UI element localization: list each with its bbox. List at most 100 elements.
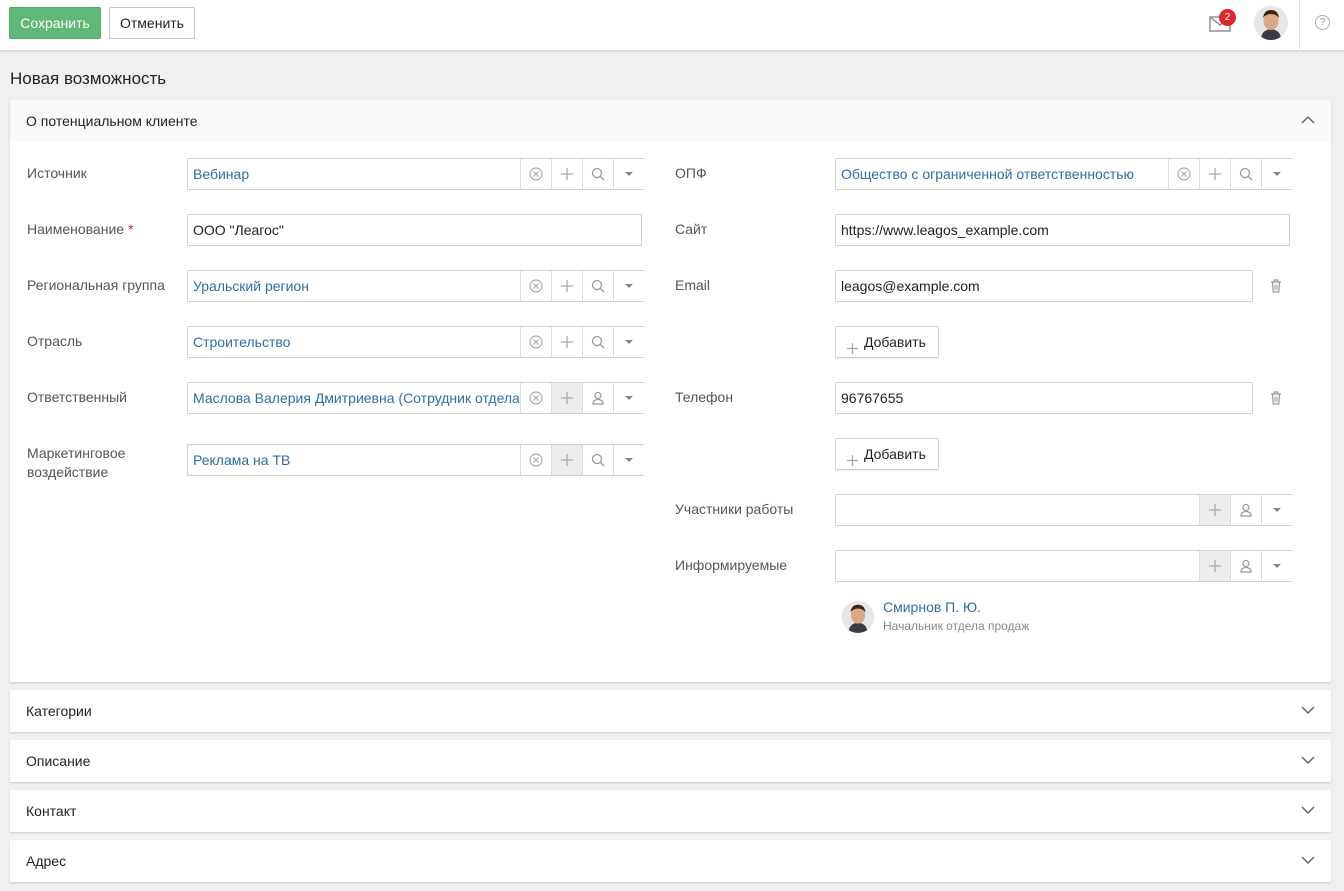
informed-lookup[interactable] <box>835 550 1292 582</box>
participants-lookup[interactable] <box>835 494 1292 526</box>
source-lookup[interactable]: Вебинар <box>187 158 644 190</box>
informed-person-role: Начальник отдела продаж <box>883 619 1030 633</box>
top-toolbar: Сохранить Отменить 2 ? <box>0 0 1344 51</box>
plus-icon[interactable] <box>551 271 582 301</box>
marketing-value: Реклама на ТВ <box>193 452 291 468</box>
trash-icon[interactable] <box>1269 278 1283 294</box>
name-input[interactable]: ООО "Леагос" <box>187 214 642 246</box>
save-button[interactable]: Сохранить <box>9 7 101 39</box>
industry-lookup[interactable]: Строительство <box>187 326 644 358</box>
site-input[interactable]: https://www.leagos_example.com <box>835 214 1290 246</box>
plus-icon <box>846 447 859 477</box>
search-icon[interactable] <box>582 159 613 189</box>
region-lookup[interactable]: Уральский регион <box>187 270 644 302</box>
plus-icon[interactable] <box>551 383 582 413</box>
section-title: О потенциальном клиенте <box>26 113 198 129</box>
search-icon[interactable] <box>582 327 613 357</box>
caret-down-icon[interactable] <box>613 271 644 301</box>
caret-down-icon[interactable] <box>613 383 644 413</box>
opf-value: Общество с ограниченной ответственностью <box>841 166 1135 182</box>
email-input[interactable]: leagos@example.com <box>835 270 1253 302</box>
trash-icon[interactable] <box>1269 390 1283 406</box>
section-categories[interactable]: Категории <box>10 690 1331 732</box>
chevron-down-icon[interactable] <box>1301 703 1315 717</box>
opf-lookup[interactable]: Общество с ограниченной ответственностью <box>835 158 1292 190</box>
phone-input[interactable]: 96767655 <box>835 382 1253 414</box>
plus-icon[interactable] <box>551 445 582 475</box>
industry-label: Отрасль <box>27 333 83 349</box>
required-mark: * <box>128 221 134 237</box>
name-label: Наименование * <box>27 220 134 239</box>
caret-down-icon[interactable] <box>613 327 644 357</box>
add-email-button[interactable]: Добавить <box>835 326 939 358</box>
cancel-button[interactable]: Отменить <box>109 7 195 39</box>
informed-person-avatar <box>842 601 874 633</box>
informed-person-name[interactable]: Смирнов П. Ю. <box>883 599 981 615</box>
industry-value: Строительство <box>193 334 291 350</box>
section-address-header[interactable]: Адрес <box>10 840 1331 882</box>
clear-icon[interactable] <box>520 383 551 413</box>
opf-label: ОПФ <box>675 165 707 181</box>
section-contact[interactable]: Контакт <box>10 790 1331 832</box>
toolbar-divider <box>1299 0 1300 51</box>
informed-label: Информируемые <box>675 557 788 573</box>
search-icon[interactable] <box>1230 159 1261 189</box>
marketing-lookup[interactable]: Реклама на ТВ <box>187 444 644 476</box>
user-icon[interactable] <box>1230 495 1261 525</box>
site-label: Сайт <box>675 221 708 237</box>
chevron-down-icon[interactable] <box>1301 853 1315 867</box>
search-icon[interactable] <box>582 445 613 475</box>
section-description[interactable]: Описание <box>10 740 1331 782</box>
section-lead-header[interactable]: О потенциальном клиенте <box>10 100 1331 142</box>
name-label-text: Наименование <box>27 221 125 237</box>
add-phone-button[interactable]: Добавить <box>835 438 939 470</box>
plus-icon[interactable] <box>551 327 582 357</box>
section-title: Адрес <box>26 853 67 869</box>
section-description-header[interactable]: Описание <box>10 740 1331 782</box>
responsible-value: Маслова Валерия Дмитриевна (Сотрудник от… <box>193 390 519 406</box>
section-categories-header[interactable]: Категории <box>10 690 1331 732</box>
email-value: leagos@example.com <box>841 278 980 294</box>
clear-icon[interactable] <box>520 327 551 357</box>
clear-icon[interactable] <box>520 271 551 301</box>
responsible-lookup[interactable]: Маслова Валерия Дмитриевна (Сотрудник от… <box>187 382 644 414</box>
site-value: https://www.leagos_example.com <box>841 222 1049 238</box>
participants-label: Участники работы <box>675 501 794 517</box>
phone-value: 96767655 <box>841 390 904 406</box>
chevron-down-icon[interactable] <box>1301 753 1315 767</box>
email-label: Email <box>675 277 711 293</box>
section-address[interactable]: Адрес <box>10 840 1331 882</box>
caret-down-icon[interactable] <box>1261 551 1292 581</box>
help-icon[interactable]: ? <box>1315 15 1330 30</box>
caret-down-icon[interactable] <box>613 445 644 475</box>
chevron-down-icon[interactable] <box>1301 803 1315 817</box>
caret-down-icon[interactable] <box>613 159 644 189</box>
search-icon[interactable] <box>582 271 613 301</box>
clear-icon[interactable] <box>520 445 551 475</box>
phone-label: Телефон <box>675 389 734 405</box>
clear-icon[interactable] <box>520 159 551 189</box>
region-label: Региональная группа <box>27 277 165 293</box>
add-email-label: Добавить <box>864 334 926 350</box>
marketing-label: Маркетинговое воздействие <box>27 445 126 480</box>
section-contact-header[interactable]: Контакт <box>10 790 1331 832</box>
source-label: Источник <box>27 165 87 181</box>
chevron-up-icon[interactable] <box>1301 113 1315 127</box>
page-title: Новая возможность <box>10 69 167 88</box>
user-avatar[interactable] <box>1254 6 1288 40</box>
user-icon[interactable] <box>582 383 613 413</box>
plus-icon[interactable] <box>1199 159 1230 189</box>
section-title: Контакт <box>26 803 77 819</box>
clear-icon[interactable] <box>1168 159 1199 189</box>
plus-icon[interactable] <box>1199 551 1230 581</box>
notification-badge: 2 <box>1219 9 1236 26</box>
source-value: Вебинар <box>193 166 250 182</box>
plus-icon[interactable] <box>1199 495 1230 525</box>
section-title: Описание <box>26 753 91 769</box>
plus-icon[interactable] <box>551 159 582 189</box>
name-value: ООО "Леагос" <box>193 222 284 238</box>
caret-down-icon[interactable] <box>1261 495 1292 525</box>
caret-down-icon[interactable] <box>1261 159 1292 189</box>
user-icon[interactable] <box>1230 551 1261 581</box>
region-value: Уральский регион <box>193 278 309 294</box>
